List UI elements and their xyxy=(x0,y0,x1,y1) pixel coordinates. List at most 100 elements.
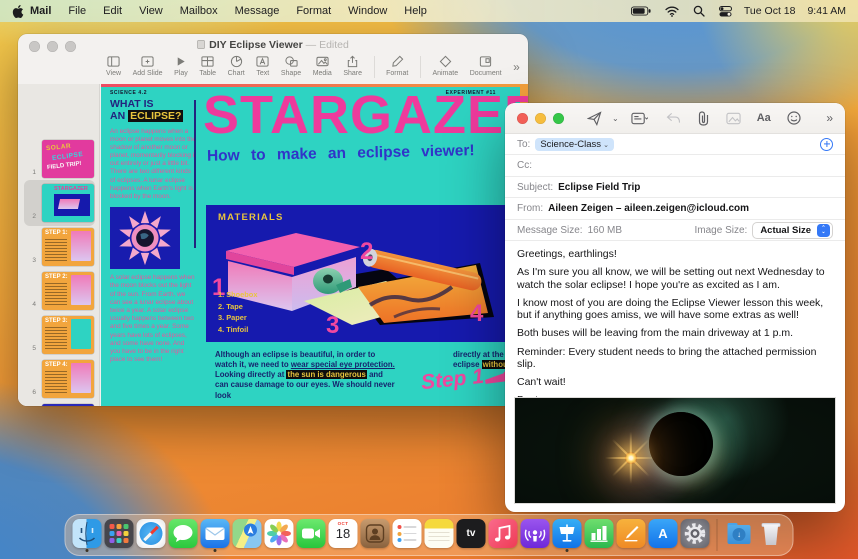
dock-contacts[interactable] xyxy=(360,519,390,551)
dock-maps[interactable] xyxy=(232,519,262,551)
eclipse-photo-attachment[interactable] xyxy=(514,397,836,504)
image-size-select[interactable]: Actual Size ⌃ ⌄ xyxy=(752,221,833,239)
apple-menu-icon[interactable] xyxy=(12,4,24,18)
edited-label: — Edited xyxy=(305,39,349,51)
to-field[interactable]: To: Science-Class ⌄ xyxy=(505,134,845,155)
materials-list: 1. Shoebox 2. Tape 3. Paper 4. Tinfoil xyxy=(218,289,257,335)
material-item: 1. Shoebox xyxy=(218,290,258,300)
dock-mail[interactable] xyxy=(200,519,230,552)
control-center-icon[interactable] xyxy=(718,5,732,17)
chart-button[interactable]: Chart xyxy=(228,52,245,77)
finder-face-icon xyxy=(78,521,96,546)
menu-item-format[interactable]: Format xyxy=(296,5,331,17)
add-recipient-button[interactable] xyxy=(820,137,833,151)
dock-facetime[interactable] xyxy=(296,519,326,551)
thumbnail-shoebox xyxy=(57,199,81,209)
format-text-button[interactable]: Aa xyxy=(757,112,771,124)
toolbar-overflow-button[interactable]: » xyxy=(513,52,520,74)
message-body[interactable]: Greetings, earthlings! As I'm sure you a… xyxy=(517,248,833,421)
step-1-callout: Step 1 xyxy=(419,364,486,395)
header-fields-button[interactable] xyxy=(631,112,648,125)
add-slide-button[interactable]: Add Slide xyxy=(133,52,163,77)
slide-canvas[interactable]: SCIENCE 4.2 EXPERIMENT #11 WHAT IS AN EC… xyxy=(101,84,528,406)
menu-item-help[interactable]: Help xyxy=(404,5,427,17)
spotlight-search-icon[interactable] xyxy=(693,5,705,17)
thumbnail-figure xyxy=(71,275,91,305)
dock-apple-tv[interactable]: tv xyxy=(456,519,486,551)
shape-button[interactable]: Shape xyxy=(281,52,301,77)
battery-icon[interactable] xyxy=(630,6,651,16)
document-button[interactable]: Document xyxy=(470,52,502,77)
dock-trash[interactable] xyxy=(757,519,786,551)
running-indicator xyxy=(565,549,569,552)
thumbnail-text-lines xyxy=(45,371,67,393)
menu-bar-time[interactable]: 9:41 AM xyxy=(807,5,846,17)
dock-reminders[interactable] xyxy=(392,519,422,551)
dock-podcasts[interactable] xyxy=(520,519,550,551)
table-button[interactable]: Table xyxy=(199,52,216,77)
slide-thumbnail-2[interactable]: STARGAZER xyxy=(42,184,94,222)
dock-keynote[interactable] xyxy=(552,519,582,552)
play-button[interactable]: Play xyxy=(174,52,188,77)
dock-system-settings[interactable] xyxy=(680,519,710,551)
slide-thumbnail-5[interactable]: STEP 3: xyxy=(42,316,94,354)
close-button[interactable] xyxy=(517,112,528,124)
share-button[interactable]: Share xyxy=(343,52,362,77)
dock-downloads-folder[interactable]: ↓ xyxy=(725,519,754,551)
menu-item-view[interactable]: View xyxy=(139,5,163,17)
body-paragraph: Can't wait! xyxy=(517,376,566,389)
view-button[interactable]: View xyxy=(106,52,121,77)
slide-thumbnail-7[interactable]: STEP 5: xyxy=(42,404,94,406)
menu-item-message[interactable]: Message xyxy=(235,5,280,17)
subject-field[interactable]: Subject: Eclipse Field Trip xyxy=(505,177,845,198)
slide-thumbnail-4[interactable]: STEP 2: xyxy=(42,272,94,310)
recipient-token[interactable]: Science-Class ⌄ xyxy=(535,137,614,151)
send-button[interactable] xyxy=(587,110,602,126)
photos-pinwheel-icon xyxy=(267,521,291,546)
dock-safari[interactable] xyxy=(136,519,166,551)
launchpad-grid-icon xyxy=(109,524,129,543)
toolbar-overflow-button[interactable]: » xyxy=(826,111,833,125)
dock-messages[interactable] xyxy=(168,519,198,551)
thumbnail-text-lines xyxy=(45,327,67,349)
emoji-button[interactable] xyxy=(787,111,801,125)
animate-button[interactable]: Animate xyxy=(432,52,458,77)
body-paragraph: Greetings, earthlings! xyxy=(517,248,617,260)
reply-button[interactable] xyxy=(666,112,681,124)
format-button[interactable]: Format xyxy=(386,52,408,77)
material-item: 4. Tinfoil xyxy=(218,324,249,334)
dock-calendar[interactable]: OCT 18 xyxy=(328,519,358,551)
running-indicator xyxy=(85,549,89,552)
zoom-button[interactable] xyxy=(553,112,564,124)
menu-item-window[interactable]: Window xyxy=(348,5,387,17)
slide-thumbnail-3[interactable]: STEP 1: xyxy=(42,228,94,266)
dock-photos[interactable] xyxy=(264,519,294,551)
menu-item-app[interactable]: Mail xyxy=(30,5,51,17)
dock-notes[interactable] xyxy=(424,519,454,551)
keynote-title-bar[interactable]: DIY Eclipse Viewer — Edited xyxy=(18,34,528,54)
menu-item-file[interactable]: File xyxy=(68,5,86,17)
menu-item-mailbox[interactable]: Mailbox xyxy=(180,5,218,17)
slide-thumbnail-1[interactable]: SOLAR ECLIPSE FIELD TRIP! xyxy=(42,140,94,178)
wifi-icon[interactable] xyxy=(665,6,679,17)
dock-finder[interactable] xyxy=(72,519,102,552)
dock-music[interactable] xyxy=(488,519,518,551)
material-item: 3. Paper xyxy=(218,313,247,323)
cc-field[interactable]: Cc: xyxy=(505,156,845,177)
dock-pages[interactable] xyxy=(616,519,646,551)
insert-photo-button[interactable] xyxy=(726,112,741,125)
send-options-chevron[interactable]: ⌄ xyxy=(612,114,619,123)
text-button[interactable]: Text xyxy=(256,52,269,77)
minimize-button[interactable] xyxy=(535,112,546,124)
media-button[interactable]: Media xyxy=(313,52,332,77)
from-field[interactable]: From: Aileen Zeigen – aileen.zeigen@iclo… xyxy=(505,199,845,220)
heading-an-eclipse: AN ECLIPSE? xyxy=(110,109,184,122)
dock-numbers[interactable] xyxy=(584,519,614,551)
attach-file-button[interactable] xyxy=(697,110,710,126)
menu-bar-date[interactable]: Tue Oct 18 xyxy=(744,5,796,17)
dock-app-store[interactable]: A xyxy=(648,519,678,551)
slide-thumbnail-6[interactable]: STEP 4: xyxy=(42,360,94,398)
menu-item-edit[interactable]: Edit xyxy=(103,5,122,17)
slide-main-title: STARGAZER xyxy=(203,85,528,145)
dock-launchpad[interactable] xyxy=(104,519,134,551)
